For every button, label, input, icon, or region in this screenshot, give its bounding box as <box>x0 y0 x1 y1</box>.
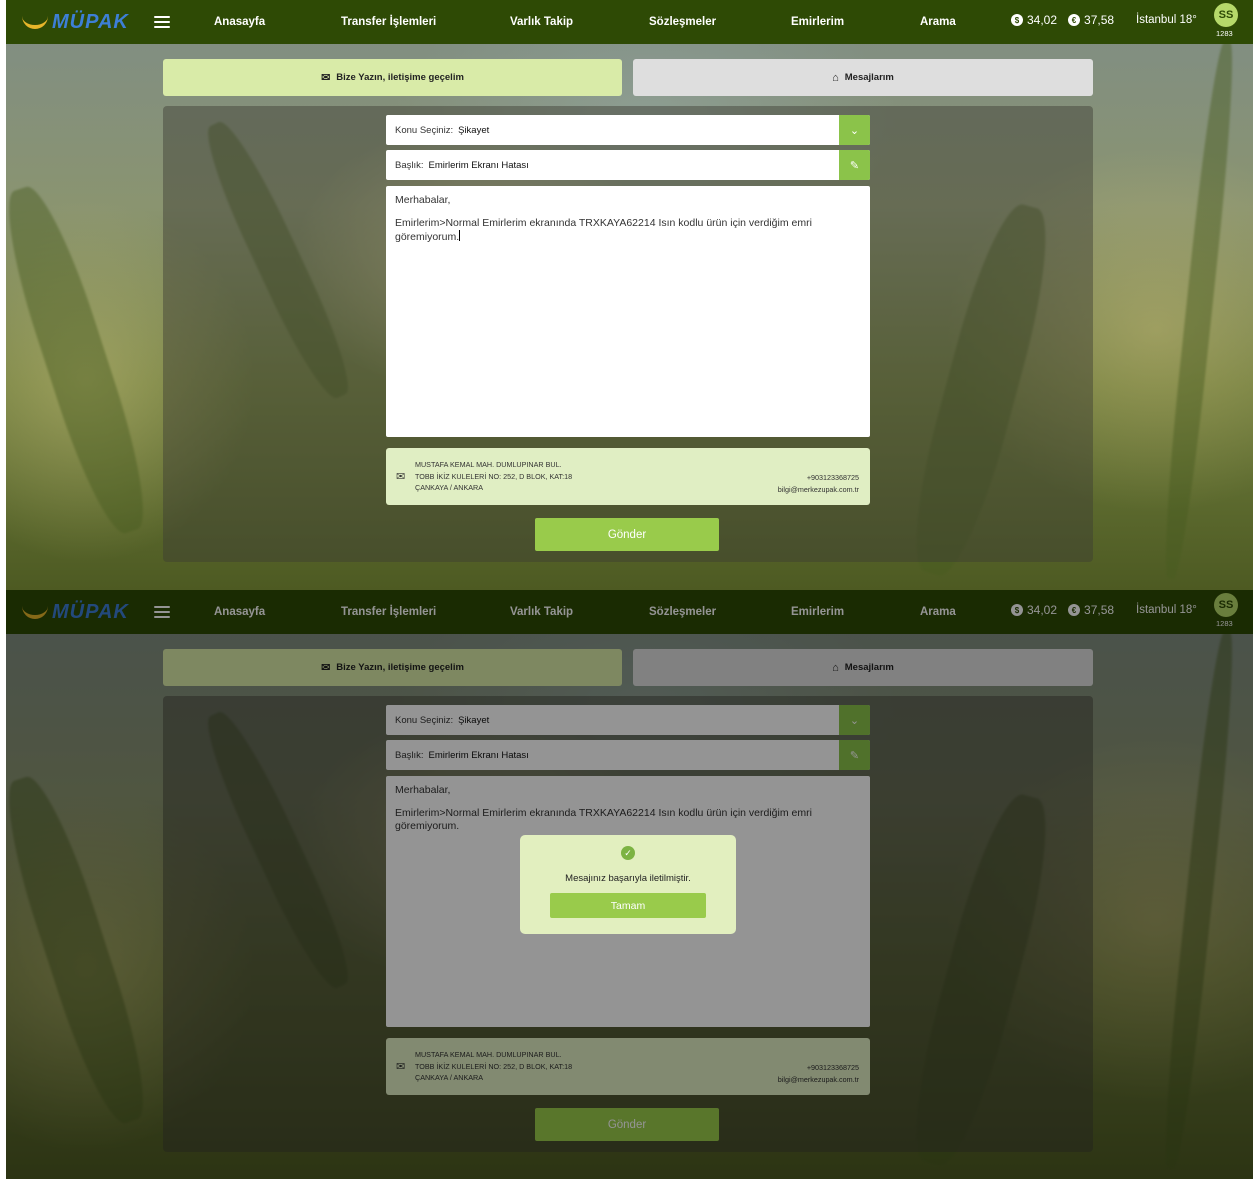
mupak-logo[interactable]: MÜPAK <box>22 11 154 34</box>
exchange-rates: $ 34,02 € 37,58 <box>1011 13 1114 27</box>
tab-contact-label: Bize Yazın, iletişime geçelim <box>336 72 464 83</box>
nav-transfer-islemleri[interactable]: Transfer İşlemleri <box>341 0 436 44</box>
ok-button[interactable]: Tamam <box>550 893 706 918</box>
send-button[interactable]: Gönder <box>535 518 719 551</box>
title-input[interactable]: Başlık: Emirlerim Ekranı Hatası ✎ <box>386 150 870 180</box>
envelope-icon: ✉ <box>321 72 331 84</box>
subject-label: Konu Seçiniz: <box>395 124 454 136</box>
chevron-down-icon[interactable]: ⌄ <box>839 115 870 145</box>
screen-success: MÜPAK Anasayfa Transfer İşlemleri Varlık… <box>6 590 1253 1179</box>
usd-rate: 34,02 <box>1027 13 1058 27</box>
address-line: ÇANKAYA / ANKARA <box>415 483 484 493</box>
logo-text: MÜPAK <box>52 10 129 33</box>
nav-emirlerim[interactable]: Emirlerim <box>791 0 844 44</box>
contact-info-box: ✉ MUSTAFA KEMAL MAH. DUMLUPINAR BUL. TOB… <box>386 448 870 505</box>
weather-text: İstanbul 18° <box>1136 14 1197 26</box>
email-link[interactable]: bilgi@merkezupak.com.tr <box>778 484 859 496</box>
contact-details: +903123368725 bilgi@merkezupak.com.tr <box>778 472 859 496</box>
nav-arama[interactable]: Arama <box>920 0 956 44</box>
tab-messages[interactable]: ⌂ Mesajlarım <box>633 59 1093 96</box>
check-circle-icon: ✓ <box>621 846 635 860</box>
subject-value: Şikayet <box>458 124 490 136</box>
logo-swoosh-icon <box>22 15 48 29</box>
nav-anasayfa[interactable]: Anasayfa <box>214 0 265 44</box>
nav-sozlesmeler[interactable]: Sözleşmeler <box>649 0 716 44</box>
euro-icon: € <box>1068 14 1081 26</box>
avatar[interactable]: SS <box>1214 3 1238 27</box>
inbox-icon: ⌂ <box>832 71 839 84</box>
address-line: TOBB İKİZ KULELERİ NO: 252, D BLOK, KAT:… <box>415 471 573 481</box>
tab-messages-label: Mesajlarım <box>844 72 894 83</box>
nav-varlik-takip[interactable]: Varlık Takip <box>510 0 573 44</box>
envelope-icon: ✉ <box>396 471 406 483</box>
eur-rate: 37,58 <box>1084 13 1115 27</box>
title-value: Emirlerim Ekranı Hatası <box>428 159 529 171</box>
message-greeting: Merhabalar, <box>395 194 451 206</box>
message-body: Emirlerim>Normal Emirlerim ekranında TRX… <box>395 217 812 244</box>
success-dialog: ✓ Mesajınız başarıyla iletilmiştir. Tama… <box>520 835 736 934</box>
phone-number[interactable]: +903123368725 <box>778 472 859 484</box>
dialog-message: Mesajınız başarıyla iletilmiştir. <box>565 873 691 884</box>
address-line: MUSTAFA KEMAL MAH. DUMLUPINAR BUL. <box>415 460 562 469</box>
pencil-icon[interactable]: ✎ <box>839 150 870 180</box>
address: MUSTAFA KEMAL MAH. DUMLUPINAR BUL. TOBB … <box>415 459 572 494</box>
screen-compose: MÜPAK Anasayfa Transfer İşlemleri Varlık… <box>6 0 1253 590</box>
subject-select[interactable]: Konu Seçiniz: Şikayet ⌄ <box>386 115 870 145</box>
user-number: 1283 <box>1216 29 1233 38</box>
text-caret <box>459 230 461 242</box>
dollar-icon: $ <box>1011 14 1023 26</box>
title-label: Başlık: <box>395 159 424 171</box>
message-textarea[interactable]: Merhabalar, Emirlerim>Normal Emirlerim e… <box>386 186 870 437</box>
tab-contact[interactable]: ✉ Bize Yazın, iletişime geçelim <box>163 59 622 96</box>
hamburger-icon[interactable] <box>154 16 170 28</box>
